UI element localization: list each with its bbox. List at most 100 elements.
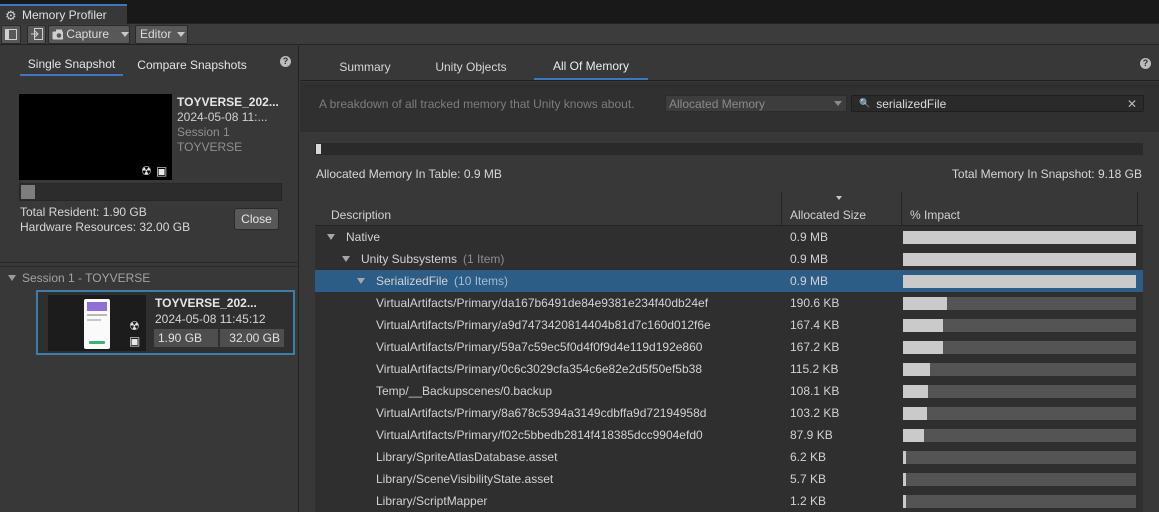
memory-usage-bar	[315, 143, 1143, 155]
table-row[interactable]: VirtualArtifacts/Primary/0c6c3029cfa354c…	[315, 358, 1143, 380]
row-description: VirtualArtifacts/Primary/a9d747342081440…	[376, 318, 711, 332]
table-header: Description Allocated Size % Impact	[315, 190, 1143, 226]
table-row[interactable]: SerializedFile (10 Items) 0.9 MB	[315, 270, 1143, 292]
session-snapshot-item[interactable]: ☢ ▣ TOYVERSE_202... 2024-05-08 11:45:12 …	[36, 290, 295, 355]
impact-bar	[903, 407, 1136, 420]
table-row[interactable]: Native 0.9 MB	[315, 226, 1143, 248]
impact-bar-fill	[903, 297, 948, 310]
memory-tree-table: Description Allocated Size % Impact Nati…	[315, 190, 1143, 512]
editor-target-dropdown[interactable]: Editor	[135, 24, 188, 44]
toggle-sidebar-button[interactable]	[1, 24, 21, 44]
sidebar-icon	[5, 28, 17, 40]
table-row[interactable]: Library/ScriptMapper 1.2 KB	[315, 490, 1143, 512]
session-header[interactable]: Session 1 - TOYVERSE	[8, 271, 150, 285]
table-row[interactable]: VirtualArtifacts/Primary/a9d747342081440…	[315, 314, 1143, 336]
row-allocated-size: 115.2 KB	[790, 362, 839, 376]
impact-bar-fill	[903, 407, 927, 420]
capture-label: Capture	[66, 27, 109, 41]
capture-button[interactable]: Capture	[48, 24, 130, 44]
total-in-snapshot-label: Total Memory In Snapshot: 9.18 GB	[951, 167, 1142, 181]
table-row[interactable]: Library/SceneVisibilityState.asset 5.7 KB	[315, 468, 1143, 490]
column-divider[interactable]	[1137, 192, 1138, 226]
impact-bar-fill	[903, 319, 943, 332]
monitor-icon: ▣	[156, 164, 168, 178]
snapshot-screenshot-thumbnail[interactable]: ☢ ▣	[19, 94, 172, 180]
help-icon[interactable]: ?	[280, 56, 291, 67]
column-impact[interactable]: % Impact	[910, 208, 960, 222]
memory-mode-dropdown[interactable]: Allocated Memory	[665, 95, 847, 112]
table-row[interactable]: VirtualArtifacts/Primary/8a678c5394a3149…	[315, 402, 1143, 424]
view-tabs: Summary Unity Objects All Of Memory ?	[300, 46, 1159, 81]
snapshot-name: TOYVERSE_202...	[177, 95, 279, 109]
table-row[interactable]: Temp/__Backupscenes/0.backup 108.1 KB	[315, 380, 1143, 402]
unity-logo-icon: ☢	[141, 164, 152, 178]
table-row[interactable]: Unity Subsystems (1 Item) 0.9 MB	[315, 248, 1143, 270]
search-input[interactable]: serializedFile	[876, 97, 946, 111]
impact-bar	[903, 473, 1136, 486]
row-allocated-size: 0.9 MB	[790, 252, 829, 266]
memory-profiler-window: ⚙ Memory Profiler Capture Editor Single …	[0, 0, 1159, 512]
total-resident-label: Total Resident: 1.90 GB	[20, 205, 147, 219]
tab-summary[interactable]: Summary	[328, 54, 402, 80]
row-description: VirtualArtifacts/Primary/8a678c5394a3149…	[376, 406, 707, 420]
column-divider[interactable]	[781, 192, 782, 226]
row-description: Library/ScriptMapper	[376, 494, 488, 508]
row-description: VirtualArtifacts/Primary/f02c5bbedb2814f…	[376, 428, 703, 442]
row-allocated-size: 87.9 KB	[790, 428, 833, 442]
close-snapshot-button[interactable]: Close	[234, 208, 279, 230]
allocated-in-table-label: Allocated Memory In Table: 0.9 MB	[316, 167, 502, 181]
divider	[0, 262, 299, 263]
unity-logo-icon: ☢	[129, 319, 140, 333]
expand-arrow-icon[interactable]	[342, 256, 350, 262]
impact-bar	[903, 495, 1136, 508]
clear-search-icon[interactable]: ✕	[1127, 97, 1137, 111]
row-allocated-size: 108.1 KB	[790, 384, 840, 398]
session-resident-value: 1.90 GB	[154, 329, 218, 347]
impact-bar	[903, 297, 1136, 310]
column-allocated-size[interactable]: Allocated Size	[790, 208, 866, 222]
impact-bar-fill	[903, 429, 924, 442]
session-snapshot-name: TOYVERSE_202...	[155, 296, 257, 310]
row-description: Unity Subsystems (1 Item)	[361, 252, 505, 266]
memory-view-panel: Summary Unity Objects All Of Memory ? A …	[300, 46, 1159, 512]
editor-label: Editor	[140, 27, 172, 41]
impact-bar	[903, 451, 1136, 464]
row-description: VirtualArtifacts/Primary/da167b6491de84e…	[376, 296, 709, 310]
column-divider[interactable]	[901, 192, 902, 226]
chevron-down-icon	[834, 101, 842, 106]
capture-dropdown-arrow-icon[interactable]	[121, 31, 129, 37]
impact-bar-fill	[903, 363, 930, 376]
memory-chip-icon: ⚙	[5, 7, 17, 23]
table-row[interactable]: Library/SpriteAtlasDatabase.asset 6.2 KB	[315, 446, 1143, 468]
table-row[interactable]: VirtualArtifacts/Primary/da167b6491de84e…	[315, 292, 1143, 314]
table-row[interactable]: VirtualArtifacts/Primary/f02c5bbedb2814f…	[315, 424, 1143, 446]
window-tab-bar: ⚙ Memory Profiler	[0, 0, 1159, 24]
row-allocated-size: 167.2 KB	[790, 340, 840, 354]
tab-all-of-memory[interactable]: All Of Memory	[534, 54, 648, 80]
impact-bar	[903, 385, 1136, 398]
window-tab-memory-profiler[interactable]: ⚙ Memory Profiler	[0, 4, 127, 24]
expand-arrow-icon[interactable]	[357, 278, 365, 284]
tab-compare-snapshots[interactable]: Compare Snapshots	[129, 54, 255, 76]
import-snapshot-button[interactable]	[27, 24, 46, 44]
row-allocated-size: 6.2 KB	[790, 450, 827, 464]
tab-single-snapshot[interactable]: Single Snapshot	[20, 54, 123, 76]
impact-bar	[903, 363, 1136, 376]
expand-arrow-icon[interactable]	[327, 234, 335, 240]
search-field[interactable]: 🔍 serializedFile ✕	[851, 95, 1144, 112]
search-icon: 🔍	[859, 98, 871, 108]
impact-bar-fill	[903, 473, 907, 486]
help-icon[interactable]: ?	[1140, 58, 1151, 69]
session-hardware-value: 32.00 GB	[220, 329, 284, 347]
sort-descending-icon	[836, 196, 842, 200]
column-description[interactable]: Description	[331, 208, 391, 222]
table-row[interactable]: VirtualArtifacts/Primary/59a7c59ec5f0d4f…	[315, 336, 1143, 358]
session-snapshot-thumbnail: ☢ ▣	[48, 295, 146, 351]
snapshot-session: Session 1	[177, 125, 230, 139]
row-description: Library/SceneVisibilityState.asset	[376, 472, 554, 486]
window-tab-title: Memory Profiler	[22, 8, 107, 22]
phone-screenshot	[84, 299, 110, 349]
impact-bar	[903, 253, 1136, 266]
impact-bar-fill	[903, 495, 906, 508]
tab-unity-objects[interactable]: Unity Objects	[424, 54, 518, 80]
